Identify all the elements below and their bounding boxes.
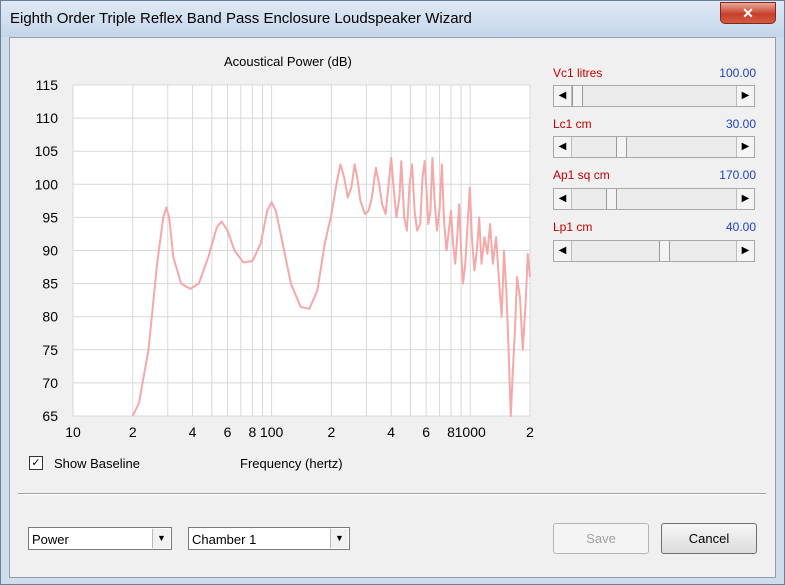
lp1-scroll-thumb[interactable] <box>659 241 671 261</box>
x-tick-label: 1000 <box>455 424 486 440</box>
ap1-scroll-thumb[interactable] <box>605 189 617 209</box>
save-button[interactable]: Save <box>553 523 649 554</box>
separator-line <box>18 493 766 495</box>
lp1-value: 40.00 <box>725 220 756 234</box>
chevron-down-icon[interactable]: ▼ <box>330 529 348 548</box>
scroll-left-icon[interactable]: ◀ <box>554 86 572 106</box>
chamber-select[interactable]: Chamber 1 ▼ <box>188 527 350 550</box>
x-tick-label: 2 <box>327 424 335 440</box>
y-tick-label: 85 <box>42 276 58 292</box>
y-tick-label: 80 <box>42 309 58 325</box>
lp1-label: Lp1 cm <box>553 220 593 234</box>
lc1-scrollbar[interactable]: ◀ ▶ <box>553 136 755 158</box>
mode-select-value: Power <box>32 532 69 547</box>
lc1-scroll-thumb[interactable] <box>616 137 628 157</box>
y-tick-label: 95 <box>42 209 58 225</box>
y-tick-label: 115 <box>36 77 59 93</box>
y-tick-label: 75 <box>42 342 58 358</box>
x-tick-label: 10 <box>65 424 81 440</box>
x-tick-label: 4 <box>387 424 395 440</box>
y-tick-label: 100 <box>35 176 59 192</box>
x-tick-label: 2 <box>526 424 534 440</box>
ap1-value: 170.00 <box>719 168 756 182</box>
x-tick-label: 8 <box>248 424 256 440</box>
x-axis-label: Frequency (hertz) <box>240 456 343 471</box>
lp1-scrollbar[interactable]: ◀ ▶ <box>553 240 755 262</box>
vc1-scroll-thumb[interactable] <box>572 86 583 106</box>
chamber-select-value: Chamber 1 <box>192 532 257 547</box>
scroll-right-icon[interactable]: ▶ <box>736 137 754 157</box>
mode-select[interactable]: Power ▼ <box>28 527 172 550</box>
y-tick-label: 65 <box>42 408 58 424</box>
x-tick-label: 2 <box>129 424 137 440</box>
scroll-right-icon[interactable]: ▶ <box>736 86 754 106</box>
scroll-right-icon[interactable]: ▶ <box>736 189 754 209</box>
lc1-label: Lc1 cm <box>553 117 592 131</box>
x-tick-label: 4 <box>189 424 197 440</box>
ap1-label: Ap1 sq cm <box>553 168 610 182</box>
vc1-label: Vc1 litres <box>553 66 603 80</box>
vc1-scrollbar[interactable]: ◀ ▶ <box>553 85 755 107</box>
show-baseline-label[interactable]: Show Baseline <box>54 456 140 471</box>
y-tick-label: 90 <box>42 243 58 259</box>
y-tick-label: 105 <box>35 143 59 159</box>
vc1-value: 100.00 <box>719 66 756 80</box>
scroll-left-icon[interactable]: ◀ <box>554 241 572 261</box>
x-tick-label: 6 <box>224 424 232 440</box>
y-tick-label: 110 <box>36 110 59 126</box>
x-tick-label: 6 <box>422 424 430 440</box>
scroll-right-icon[interactable]: ▶ <box>736 241 754 261</box>
scroll-left-icon[interactable]: ◀ <box>554 189 572 209</box>
lc1-value: 30.00 <box>725 117 756 131</box>
scroll-left-icon[interactable]: ◀ <box>554 137 572 157</box>
x-tick-label: 100 <box>260 424 284 440</box>
cancel-button[interactable]: Cancel <box>661 523 757 554</box>
y-tick-label: 70 <box>42 375 58 391</box>
chevron-down-icon[interactable]: ▼ <box>152 529 170 548</box>
ap1-scrollbar[interactable]: ◀ ▶ <box>553 188 755 210</box>
show-baseline-checkbox[interactable]: ✓ <box>29 456 43 470</box>
